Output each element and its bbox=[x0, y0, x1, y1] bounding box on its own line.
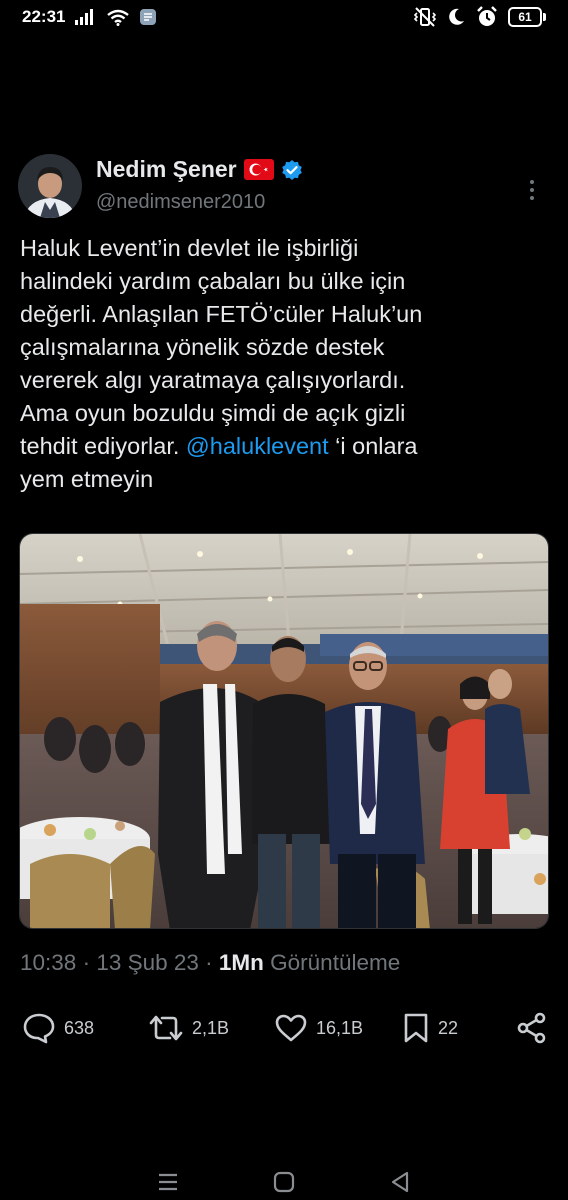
wifi-icon bbox=[107, 9, 130, 26]
reply-button[interactable]: 638 bbox=[22, 1012, 148, 1044]
status-bar: 22:31 61 bbox=[0, 0, 568, 34]
retweet-count: 2,1B bbox=[192, 1017, 230, 1038]
recents-icon[interactable] bbox=[153, 1167, 183, 1197]
tweet-date[interactable]: 13 Şub 23 bbox=[96, 950, 199, 975]
retweet-icon bbox=[148, 1013, 184, 1043]
system-navigation-bar bbox=[0, 1164, 568, 1200]
battery-level: 61 bbox=[508, 7, 542, 27]
home-icon[interactable] bbox=[269, 1167, 299, 1197]
meta-separator: · bbox=[198, 950, 219, 975]
app-notification-icon bbox=[139, 8, 157, 26]
tweet-meta: 10:38 · 13 Şub 23 · 1Mn Görüntüleme bbox=[20, 950, 400, 976]
alarm-icon bbox=[476, 6, 498, 28]
share-icon bbox=[516, 1012, 548, 1044]
turkey-flag-icon bbox=[243, 159, 274, 180]
clock: 22:31 bbox=[22, 7, 66, 26]
avatar[interactable] bbox=[18, 154, 82, 218]
bookmark-count: 22 bbox=[438, 1017, 459, 1038]
tweet-actions: 638 2,1B 16,1B 22 bbox=[22, 1008, 548, 1048]
bookmark-button[interactable]: 22 bbox=[402, 1012, 512, 1044]
tweet-photo[interactable] bbox=[19, 533, 549, 929]
verified-badge-icon bbox=[281, 159, 303, 181]
like-count: 16,1B bbox=[316, 1017, 364, 1038]
tweet-time[interactable]: 10:38 bbox=[20, 950, 76, 975]
retweet-button[interactable]: 2,1B bbox=[148, 1013, 274, 1043]
views-label: Görüntüleme bbox=[263, 950, 401, 975]
like-button[interactable]: 16,1B bbox=[274, 1013, 402, 1043]
moon-icon bbox=[446, 7, 466, 27]
vibrate-icon bbox=[414, 7, 436, 27]
handle[interactable]: @nedimsener2010 bbox=[96, 191, 303, 214]
bookmark-icon bbox=[402, 1012, 430, 1044]
meta-separator: · bbox=[76, 950, 97, 975]
more-options-icon[interactable] bbox=[520, 178, 544, 202]
share-button[interactable] bbox=[516, 1012, 548, 1044]
tweet-header: Nedim Şener @nedimsener2010 bbox=[18, 154, 550, 220]
heart-icon bbox=[274, 1013, 308, 1043]
tweet-text-part-1: Haluk Levent’in devlet ile işbirliği hal… bbox=[20, 235, 423, 459]
reply-count: 638 bbox=[64, 1017, 95, 1038]
back-icon[interactable] bbox=[385, 1167, 415, 1197]
signal-icon bbox=[75, 9, 97, 25]
views-count: 1Mn bbox=[218, 950, 264, 975]
display-name[interactable]: Nedim Şener bbox=[96, 156, 237, 183]
mention-link[interactable]: @haluklevent bbox=[186, 433, 329, 459]
tweet-text: Haluk Levent’in devlet ile işbirliği hal… bbox=[20, 232, 546, 496]
reply-icon bbox=[22, 1012, 56, 1044]
battery-icon: 61 bbox=[508, 7, 546, 27]
